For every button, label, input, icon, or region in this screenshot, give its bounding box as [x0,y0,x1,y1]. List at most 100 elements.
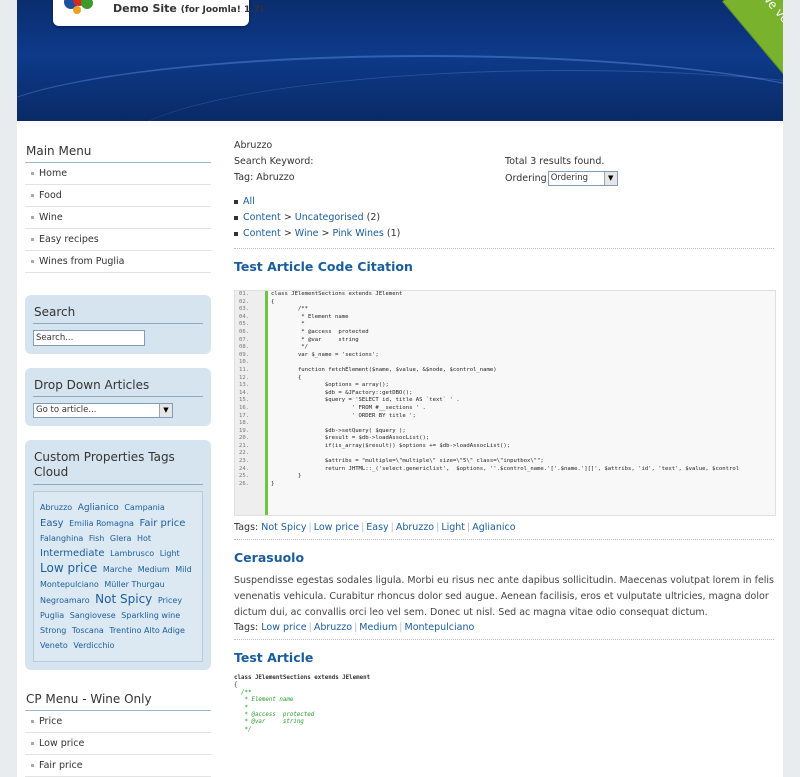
category-count: (1) [383,228,401,239]
tag-cloud-link[interactable]: Müller Thurgau [104,580,164,589]
main-menu-item[interactable]: Food [25,185,211,207]
line-number: 18. [239,420,250,427]
tag-link[interactable]: Medium [359,622,397,633]
tag-separator: | [354,622,358,633]
ordering-label: Ordering [505,173,547,184]
line-number: 07. [239,336,250,343]
line-number: 05. [239,321,250,328]
cp-menu: Price Low price Fair price [25,711,211,777]
code-line: $db->setQuery( $query ); [271,427,406,434]
main-menu-item-label: Food [39,190,62,201]
joomla-logo-icon [64,0,93,14]
tag-cloud-link[interactable]: Low price [40,561,97,575]
divider [234,639,774,640]
search-input[interactable] [33,330,145,346]
code-line: * @var string [271,336,359,343]
tag-cloud-link[interactable]: Campania [124,503,164,512]
code-line: * @access protected [234,712,315,719]
tag-cloud-link[interactable]: Montepulciano [40,580,99,589]
volunteer-ribbon[interactable]: We volunteer [707,0,783,100]
search-module: Search [25,295,211,354]
code-line: $db = &JFactory::getDBO(); [271,389,413,396]
tag-cloud-link[interactable]: Not Spicy [95,592,152,606]
line-number: 25. [239,473,250,480]
tag-cloud-link[interactable]: Fish [89,534,104,543]
code-line: { [271,298,275,305]
line-number: 24. [239,465,250,472]
main-menu-item[interactable]: Easy recipes [25,229,211,251]
tag-cloud-link[interactable]: Strong [40,626,66,635]
tag-cloud-link[interactable]: Easy [40,518,64,529]
divider [234,248,774,249]
tag-cloud-link[interactable]: Sangiovese [70,611,116,620]
category-link[interactable]: All [243,196,255,207]
tag-cloud-link[interactable]: Negroamaro [40,596,90,605]
cp-menu-title: CP Menu - Wine Only [25,688,211,711]
cp-menu-item[interactable]: Price [25,711,211,733]
category-count: (2) [363,212,381,223]
tag-cloud-link[interactable]: Lambrusco [110,549,154,558]
tag-link[interactable]: Aglianico [472,522,515,533]
tag-cloud-link[interactable]: Sparkling wine [121,611,180,620]
tag-cloud-link[interactable]: Fair price [139,518,185,529]
tag-link[interactable]: Low price [314,522,359,533]
results-count: Total 3 results found. [505,156,605,167]
category-link[interactable]: Content [243,212,281,223]
tag-cloud-link[interactable]: Light [160,549,180,558]
tag-link[interactable]: Not Spicy [261,522,306,533]
code-line: } [271,473,302,480]
cp-menu-item[interactable]: Low price [25,733,211,755]
tag-cloud-link[interactable]: Puglia [40,611,64,620]
main-menu-item[interactable]: Home [25,163,211,185]
article-select[interactable]: Go to article... ▼ [33,403,173,418]
tag-cloud-link[interactable]: Hot [137,534,151,543]
tag-separator: | [308,522,312,533]
tag-cloud-link[interactable]: Toscana [72,626,104,635]
code-line: * [271,321,305,328]
ordering-select[interactable]: Ordering ▼ [547,171,618,186]
main-menu-item[interactable]: Wines from Puglia [25,251,211,273]
main-menu-item[interactable]: Wine [25,207,211,229]
article-title[interactable]: Test Article [234,650,774,665]
site-header: Demo Site (for Joomla! 1.7) We volunteer [17,0,783,121]
site-logo[interactable]: Demo Site (for Joomla! 1.7) [53,0,264,26]
tag-cloud-link[interactable]: Abruzzo [40,503,72,512]
tag-cloud-link[interactable]: Intermediate [40,548,105,559]
category-link[interactable]: Pink Wines [333,228,384,239]
code-line: return JHTML::_('select.genericlist', $o… [271,465,740,472]
tag-cloud-link[interactable]: Veneto [40,641,68,650]
category-link[interactable]: Uncategorised [295,212,364,223]
tag-cloud-link[interactable]: Aglianico [78,503,119,513]
bullet-icon [31,238,34,241]
tag-cloud-link[interactable]: Trentino Alto Adige [109,626,185,635]
article-title[interactable]: Cerasuolo [234,550,774,565]
tag-cloud-link[interactable]: Pricey [158,596,182,605]
category-link[interactable]: Content [243,228,281,239]
category-link[interactable]: Wine [295,228,319,239]
tag-link[interactable]: Abruzzo [396,522,434,533]
article-title[interactable]: Test Article Code Citation [234,259,774,274]
tag-cloud-link[interactable]: Falanghina [40,534,83,543]
tag-line: Tag: Abruzzo [234,172,295,183]
site-suffix: (for Joomla! 1.7) [180,5,265,15]
tag-link[interactable]: Abruzzo [314,622,352,633]
tag-cloud-link[interactable]: Glera [110,534,132,543]
tag-link[interactable]: Montepulciano [405,622,475,633]
tag-link[interactable]: Easy [366,522,388,533]
code-line: ' ORDER BY title '; [271,412,416,419]
dropdown-articles-module: Drop Down Articles Go to article... ▼ [25,368,211,426]
tag-link[interactable]: Light [441,522,465,533]
tag-cloud-link[interactable]: Medium [138,565,170,574]
tag-cloud-link[interactable]: Verdicchio [73,641,114,650]
tag-link[interactable]: Low price [261,622,306,633]
cp-menu-item[interactable]: Fair price [25,755,211,777]
bullet-icon [31,720,34,723]
tag-cloud-link[interactable]: Emilia Romagna [69,519,134,528]
cp-menu-item-label: Price [39,716,63,727]
sidebar: Main Menu Home Food Wine Easy recipes Wines … [25,140,211,777]
article-tags: Tags: Low price | Abruzzo | Medium | Montepulc… [234,622,774,633]
tag-cloud-link[interactable]: Marche [103,565,132,574]
tag-cloud-link[interactable]: Mild [175,565,191,574]
divider [234,539,774,540]
